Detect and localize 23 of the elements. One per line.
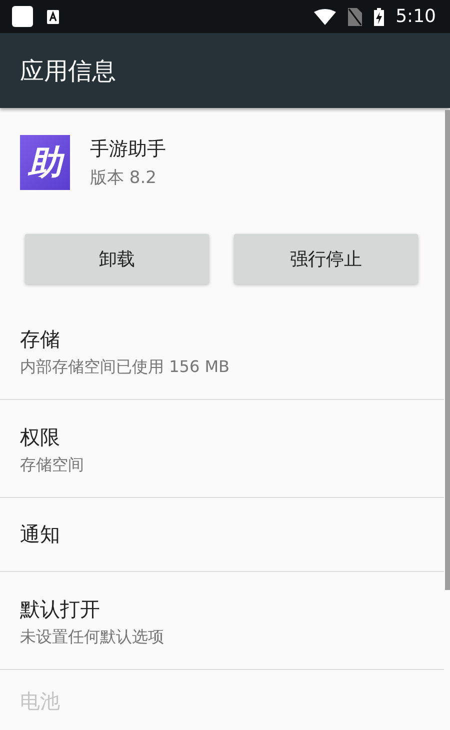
- app-version: 版本 8.2: [90, 167, 158, 189]
- action-button[interactable]: 卸载: [25, 234, 209, 284]
- app-icon: 助: [20, 135, 70, 190]
- no-sim-icon: [348, 8, 362, 26]
- settings-item[interactable]: 通知: [0, 498, 444, 572]
- notification-icon: [12, 6, 33, 27]
- setting-summary: 内部存储空间已使用 156 MB: [20, 357, 230, 378]
- screen-title: 应用信息: [20, 56, 116, 86]
- battery-charging-icon: [374, 8, 384, 26]
- settings-item[interactable]: 默认打开 未设置任何默认选项: [0, 572, 444, 670]
- action-button[interactable]: 强行停止: [234, 234, 418, 284]
- wifi-icon: [314, 8, 336, 24]
- setting-title: 权限: [20, 424, 61, 451]
- settings-item[interactable]: 权限 存储空间: [0, 400, 444, 498]
- setting-title: 通知: [20, 521, 61, 548]
- setting-summary: 存储空间: [20, 455, 85, 476]
- keyboard-icon: [47, 10, 59, 24]
- setting-summary: 未设置任何默认选项: [20, 627, 165, 648]
- clock: 5:10: [396, 6, 436, 27]
- settings-item[interactable]: 存储 内部存储空间已使用 156 MB: [0, 302, 444, 400]
- setting-title: 存储: [20, 326, 61, 353]
- app-name: 手游助手: [90, 137, 166, 162]
- setting-title: 默认打开: [20, 596, 101, 623]
